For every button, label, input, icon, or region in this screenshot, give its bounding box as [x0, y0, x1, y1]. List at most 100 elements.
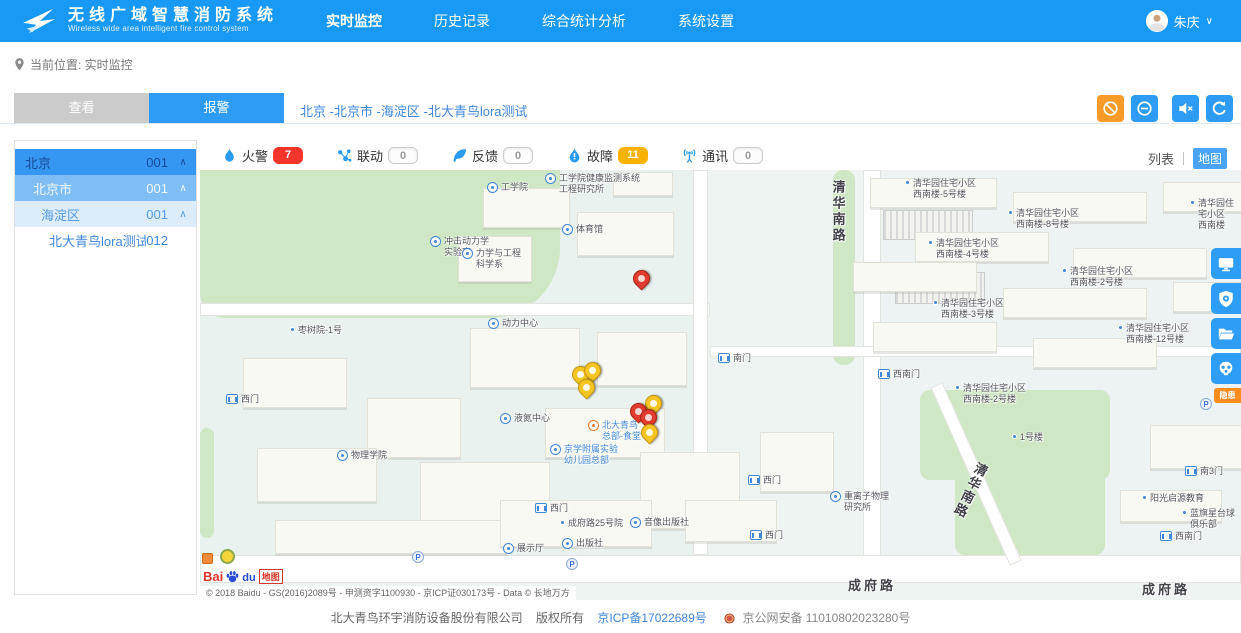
status-fault[interactable]: 故障 11 — [567, 146, 648, 165]
map-shape — [200, 303, 710, 316]
map-poi-label[interactable]: 成府路25号院 — [560, 518, 623, 529]
monitor-view-button[interactable] — [1211, 248, 1241, 279]
map-poi-label[interactable]: 物理学院 — [337, 450, 387, 461]
baidu-logo[interactable]: Bai du 地图 — [203, 569, 283, 584]
hazard-button[interactable] — [1211, 353, 1241, 384]
tree-node[interactable]: 北大青鸟lora测试 012 — [15, 227, 196, 253]
nav-item-settings[interactable]: 系统设置 — [678, 11, 734, 31]
nav-item-realtime[interactable]: 实时监控 — [326, 11, 382, 31]
map-poi-label[interactable]: 重离子物理 研究所 — [830, 491, 889, 513]
app-subtitle: Wireless wide area intelligent fire cont… — [68, 25, 278, 33]
chevron-up-icon[interactable]: ∧ — [176, 183, 190, 194]
poi-text: 物理学院 — [351, 450, 387, 461]
poi-text: 蓝旗星台球 俱乐部 — [1190, 508, 1235, 530]
poi-cluster-icon — [220, 549, 235, 564]
map-poi-label[interactable]: 力学与工程 科学系 — [462, 248, 521, 270]
map-poi-label[interactable]: 1号楼 — [1012, 432, 1043, 443]
poi-text: 液氮中心 — [514, 413, 550, 424]
breadcrumb: 当前位置: 实时监控 — [14, 56, 133, 73]
ban-icon — [1101, 99, 1120, 118]
toggle-list[interactable]: 列表 — [1148, 149, 1174, 168]
map-poi-label[interactable]: 清华园住宅小区 西南楼-3号楼 — [933, 298, 1004, 320]
map-poi-label[interactable]: 蓝旗星台球 俱乐部 — [1182, 508, 1235, 530]
chevron-up-icon[interactable]: ∧ — [176, 209, 190, 220]
poi-text: 1号楼 — [1020, 432, 1043, 443]
map-poi-label[interactable]: 清华园住宅小区 西南楼-12号楼 — [1118, 323, 1189, 345]
tree-node[interactable]: 海淀区 001 ∧ — [15, 201, 196, 227]
map-poi-label[interactable]: 西门 — [226, 394, 259, 405]
poi-text: 京学附属实验 幼儿园总部 — [564, 444, 618, 466]
map-poi-label[interactable]: 出版社 — [562, 538, 603, 549]
map-poi-label[interactable]: 展示厅 — [503, 543, 544, 554]
nav-item-history[interactable]: 历史记录 — [434, 11, 490, 31]
poi-text: 展示厅 — [517, 543, 544, 554]
poi-icon — [462, 248, 473, 259]
map-poi-label[interactable]: 成府路 — [848, 578, 896, 594]
map-poi-label[interactable]: 清华南路 — [962, 460, 978, 520]
location-path: 北京 -北京市 -海淀区 -北大青鸟lora测试 — [300, 101, 528, 120]
map-poi-label[interactable]: 西门 — [750, 530, 783, 541]
map-poi-label[interactable]: 动力中心 — [488, 318, 538, 329]
map-poi-label[interactable]: 枣树院-1号 — [290, 325, 342, 336]
map-poi-label[interactable]: 南3门 — [1185, 466, 1223, 477]
map-poi-label[interactable]: 西南门 — [1160, 531, 1202, 542]
tree-node[interactable]: 北京 001 ∧ — [15, 149, 196, 175]
poi-icon — [500, 413, 511, 424]
poi-text: 清华园住宅小区 西南楼-4号楼 — [936, 238, 999, 260]
poi-text: 西门 — [763, 475, 781, 486]
main-nav: 实时监控 历史记录 综合统计分析 系统设置 — [326, 11, 734, 31]
map-poi-label[interactable]: 西南门 — [878, 369, 920, 380]
hazard-tag[interactable]: 隐患 — [1214, 388, 1241, 403]
collapse-button[interactable] — [1131, 95, 1158, 122]
map-poi-label[interactable]: 清华园住宅小区 西南楼-8号楼 — [1008, 208, 1079, 230]
mute-button[interactable] — [1172, 95, 1199, 122]
footer-security-link[interactable]: 京公网安备 11010802023280号 — [742, 611, 910, 625]
poi-text: 动力中心 — [502, 318, 538, 329]
map-poi-label[interactable]: 京学附属实验 幼儿园总部 — [550, 444, 618, 466]
avatar — [1146, 10, 1168, 32]
tab-alarm[interactable]: 报警 — [149, 93, 284, 123]
tab-view[interactable]: 查看 — [14, 93, 149, 123]
poi-icon — [290, 327, 295, 332]
status-linkage[interactable]: 联动 0 — [337, 146, 418, 165]
archive-button[interactable] — [1211, 318, 1241, 349]
map-poi-label[interactable]: 西门 — [535, 503, 568, 514]
map-poi-label[interactable]: 音像出版社 — [630, 517, 689, 528]
poi-icon — [337, 450, 348, 461]
toggle-map[interactable]: 地图 — [1193, 148, 1227, 169]
folder-icon — [1217, 325, 1235, 343]
status-comm-count: 0 — [733, 147, 763, 164]
map-poi-label[interactable]: 清华园住宅小区 西南楼-2号楼 — [955, 383, 1026, 405]
refresh-button[interactable] — [1206, 95, 1233, 122]
map-poi-label[interactable]: 清华园住宅小区 西南楼-2号楼 — [1062, 266, 1133, 288]
status-feedback[interactable]: 反馈 0 — [452, 146, 533, 165]
chevron-up-icon[interactable]: ∧ — [176, 157, 190, 168]
map-poi-label[interactable]: 清华园住宅小区 西南楼-4号楼 — [928, 238, 999, 260]
status-fire[interactable]: 火警 7 — [222, 146, 303, 165]
status-comm[interactable]: 通讯 0 — [682, 146, 763, 165]
disable-alarm-button[interactable] — [1097, 95, 1124, 122]
tree-node-count: 001 — [146, 155, 168, 170]
map-poi-label[interactable]: 体育馆 — [562, 224, 603, 235]
map-poi-label[interactable]: 工学院健康监测系统 工程研究所 — [545, 173, 640, 195]
map-poi-label[interactable]: 阳光启源教育 — [1142, 493, 1204, 504]
map-poi-label[interactable]: 南门 — [718, 353, 751, 364]
security-button[interactable] — [1211, 283, 1241, 314]
map-poi-label[interactable]: 成府路 — [1142, 582, 1190, 598]
map-poi-label[interactable]: 液氮中心 — [500, 413, 550, 424]
map-poi-label[interactable]: 工学院 — [487, 182, 528, 193]
map-canvas[interactable]: 冲击动力学 实验室 工学院 工学院健康监测系统 工程研究所 体育馆 — [200, 170, 1241, 600]
poi-icon — [718, 353, 730, 363]
map-poi-label[interactable]: 清华南路 — [830, 180, 846, 244]
map-poi-label[interactable]: 北大青鸟 总部-食堂 — [588, 420, 641, 442]
map-poi-label[interactable]: 清华园住宅小区 西南楼-5号楼 — [905, 178, 976, 200]
map-poi-label[interactable] — [412, 551, 427, 563]
tree-node[interactable]: 北京市 001 ∧ — [15, 175, 196, 201]
map-poi-label[interactable] — [566, 558, 581, 570]
user-menu[interactable]: 朱庆 ∨ — [1146, 0, 1213, 42]
map-poi-label[interactable]: 清华园住宅小区 西南楼 — [1190, 198, 1241, 230]
poi-icon — [933, 300, 938, 305]
footer-icp-link[interactable]: 京ICP备17022689号 — [597, 611, 706, 625]
nav-item-statistics[interactable]: 综合统计分析 — [542, 11, 626, 31]
map-poi-label[interactable]: 西门 — [748, 475, 781, 486]
